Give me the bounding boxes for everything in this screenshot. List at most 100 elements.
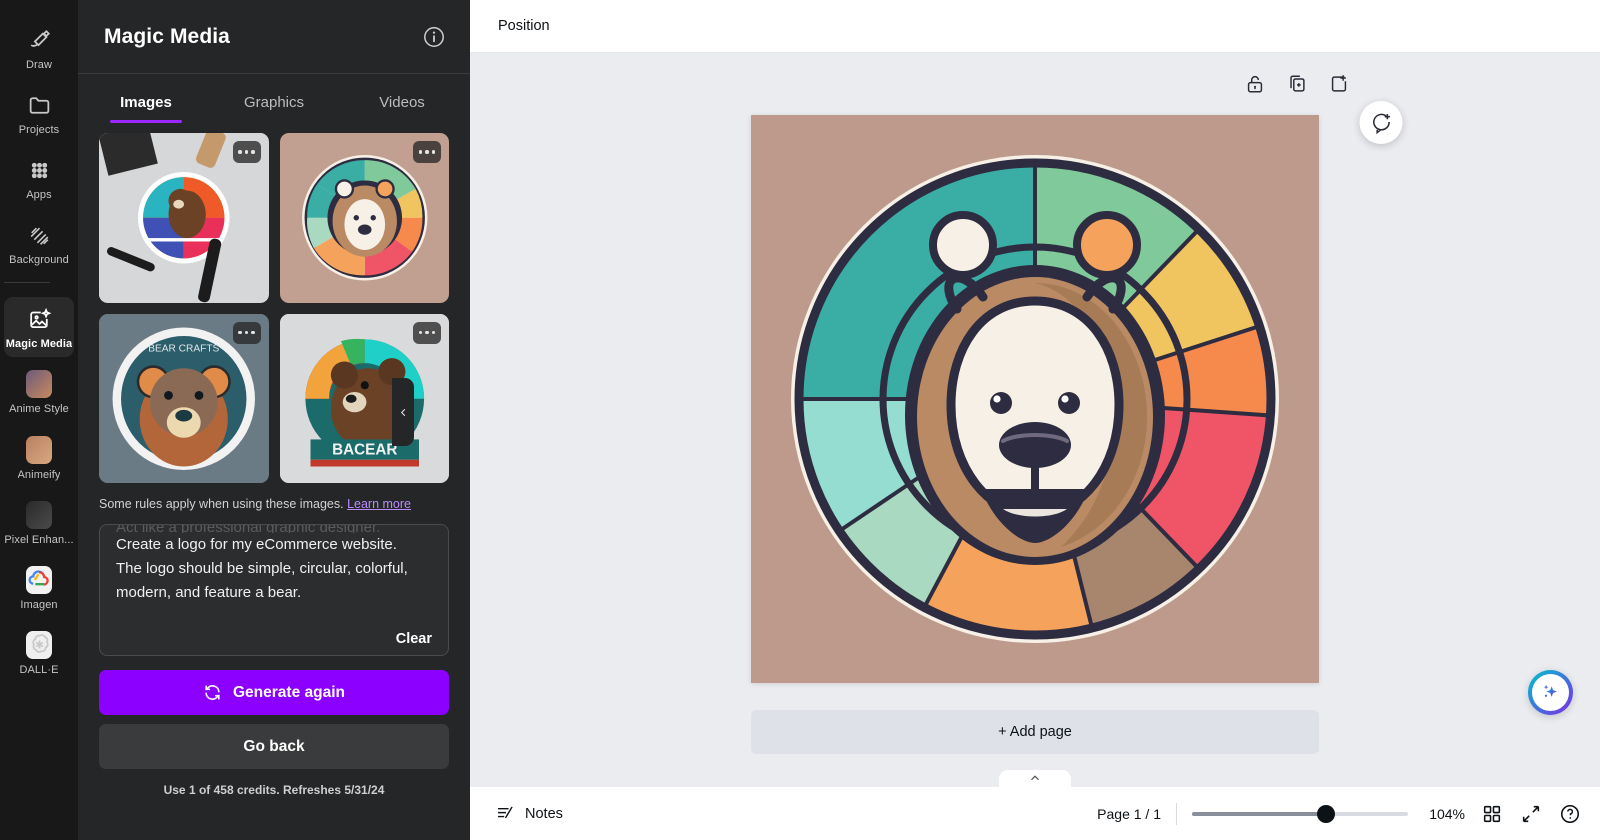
sidebar-item-anime-style[interactable]: Anime Style (4, 362, 74, 422)
learn-more-link[interactable]: Learn more (347, 497, 411, 511)
sidebar-item-magic-media[interactable]: Magic Media (4, 297, 74, 358)
sidebar-item-label: Pixel Enhan... (4, 533, 74, 546)
image-options-button[interactable] (413, 321, 441, 344)
sidebar-item-animeify[interactable]: Animeify (4, 428, 74, 488)
go-back-button[interactable]: Go back (99, 724, 449, 770)
sidebar-item-label: Magic Media (5, 338, 73, 351)
duplicate-page-icon[interactable] (1286, 73, 1308, 95)
add-page-icon[interactable] (1328, 73, 1350, 95)
prompt-line: The logo should be simple, circular, col… (116, 559, 408, 577)
sidebar-item-projects[interactable]: Projects (4, 83, 74, 143)
prompt-line: Create a logo for my eCommerce website. (116, 536, 397, 554)
tab-videos[interactable]: Videos (338, 80, 466, 123)
generate-again-label: Generate again (233, 683, 345, 701)
zoom-slider[interactable] (1192, 804, 1408, 823)
sidebar-item-label: Projects (18, 124, 60, 137)
fullscreen-button[interactable] (1519, 802, 1543, 826)
zoom-slider-knob[interactable] (1316, 804, 1335, 823)
sidebar-item-imagen[interactable]: Imagen (4, 558, 74, 618)
sidebar-item-apps[interactable]: Apps (4, 148, 74, 208)
sparkle-icon (1543, 684, 1557, 697)
prompt-clipped-line: Act like a professional graphic designer… (116, 524, 381, 534)
dalle-openai-app-icon (26, 630, 52, 659)
comment-add-icon (1373, 113, 1390, 134)
prompt-line: modern, and feature a bear. (116, 583, 302, 601)
status-controls: Page 1 / 1 104% (1097, 802, 1582, 826)
design-page[interactable] (751, 115, 1319, 683)
magic-assistant-button[interactable] (1528, 670, 1573, 715)
notes-icon (498, 806, 513, 819)
image-options-button[interactable] (413, 141, 441, 163)
notes-button[interactable]: Notes (486, 797, 572, 830)
help-button[interactable] (1558, 802, 1582, 826)
svg-text:BACEAR: BACEAR (332, 441, 397, 458)
add-comment-button[interactable] (1359, 101, 1403, 144)
add-page-button[interactable]: + Add page (751, 710, 1319, 754)
panel-header: Magic Media (78, 0, 470, 74)
google-imagen-app-icon (26, 565, 52, 594)
chevron-left-icon (400, 408, 405, 416)
collapse-stage-button[interactable] (999, 770, 1071, 787)
position-button[interactable]: Position (488, 11, 560, 41)
sidebar-item-label: Animeify (17, 468, 61, 481)
prompt-input[interactable]: Act like a professional graphic designer… (99, 524, 449, 657)
pixel-enhancer-app-icon (26, 500, 52, 529)
sidebar-item-label: Draw (25, 59, 53, 71)
credits-text: Use 1 of 458 credits. Refreshes 5/31/24 (163, 783, 385, 798)
divider (1176, 802, 1177, 825)
sidebar-item-label: Background (9, 254, 69, 267)
page-tools (1244, 73, 1350, 95)
grid-view-icon (1483, 805, 1501, 822)
collapse-panel-button[interactable] (392, 378, 414, 446)
background-hatch-icon (26, 222, 52, 248)
folder-icon (26, 92, 52, 118)
usage-rules-text: Some rules apply when using these images… (78, 483, 470, 512)
tab-graphics[interactable]: Graphics (210, 80, 338, 123)
svg-text:BEAR CRAFTS: BEAR CRAFTS (148, 343, 219, 354)
sidebar-item-background[interactable]: Background (4, 213, 74, 273)
canva-editor: Draw Projects Apps Background Magic Media Ani… (0, 0, 1600, 840)
question-circle-icon (1560, 804, 1580, 823)
info-circle-icon[interactable] (422, 25, 446, 49)
chevron-up-icon (1031, 775, 1039, 781)
generated-image-bear-sticker-on-desk[interactable] (99, 133, 269, 303)
draw-icon (26, 27, 52, 53)
magic-media-icon (26, 306, 52, 332)
status-bar: Notes Page 1 / 1 104% (470, 787, 1600, 840)
notes-label: Notes (525, 805, 563, 822)
zoom-level: 104% (1429, 805, 1465, 822)
sidebar-item-label: Apps (26, 189, 52, 202)
apps-grid-icon (26, 157, 52, 183)
generated-image-bear-badge-teal[interactable]: BEAR CRAFTS (99, 313, 269, 483)
context-toolbar: Position (470, 0, 1600, 53)
image-options-button[interactable] (232, 321, 261, 344)
sidebar-item-label: Anime Style (9, 403, 69, 416)
sidebar-item-label: Imagen (20, 598, 58, 611)
page-title: Magic Media (104, 24, 230, 48)
canvas-stage[interactable]: + Add page (470, 53, 1600, 787)
grid-view-button[interactable] (1480, 802, 1504, 826)
clear-prompt-button[interactable]: Clear (396, 631, 432, 647)
generated-image-bear-badge-bacear[interactable]: BACEAR (279, 313, 449, 483)
sidebar-item-pixel-enhan[interactable]: Pixel Enhan... (4, 493, 74, 553)
refresh-icon (203, 683, 222, 702)
sidebar-item-dall-e[interactable]: DALL·E (4, 623, 74, 683)
page-indicator: Page 1 / 1 (1097, 805, 1161, 822)
generate-again-button[interactable]: Generate again (99, 670, 449, 716)
image-options-button[interactable] (232, 141, 261, 163)
generated-image-bear-color-wheel-logo[interactable] (279, 133, 449, 303)
tab-images[interactable]: Images (82, 80, 210, 123)
sidebar-item-label: DALL·E (19, 663, 59, 676)
rail-divider (4, 282, 50, 284)
animeify-app-icon (26, 435, 52, 464)
panel-tabs: Images Graphics Videos (78, 80, 470, 123)
panel-actions: Generate again Go back Use 1 of 458 cred… (78, 656, 470, 797)
main-area: Position + Add page Notes Page 1 / 1 104… (470, 0, 1600, 840)
prompt-area: Act like a professional graphic designer… (78, 512, 470, 657)
expand-arrows-icon (1522, 805, 1540, 822)
sidebar-item-draw[interactable]: Draw (4, 18, 74, 78)
left-rail: Draw Projects Apps Background Magic Media Ani… (0, 0, 78, 840)
rules-label: Some rules apply when using these images… (99, 497, 344, 511)
anime-style-app-icon (26, 370, 52, 399)
lock-icon[interactable] (1244, 73, 1266, 95)
